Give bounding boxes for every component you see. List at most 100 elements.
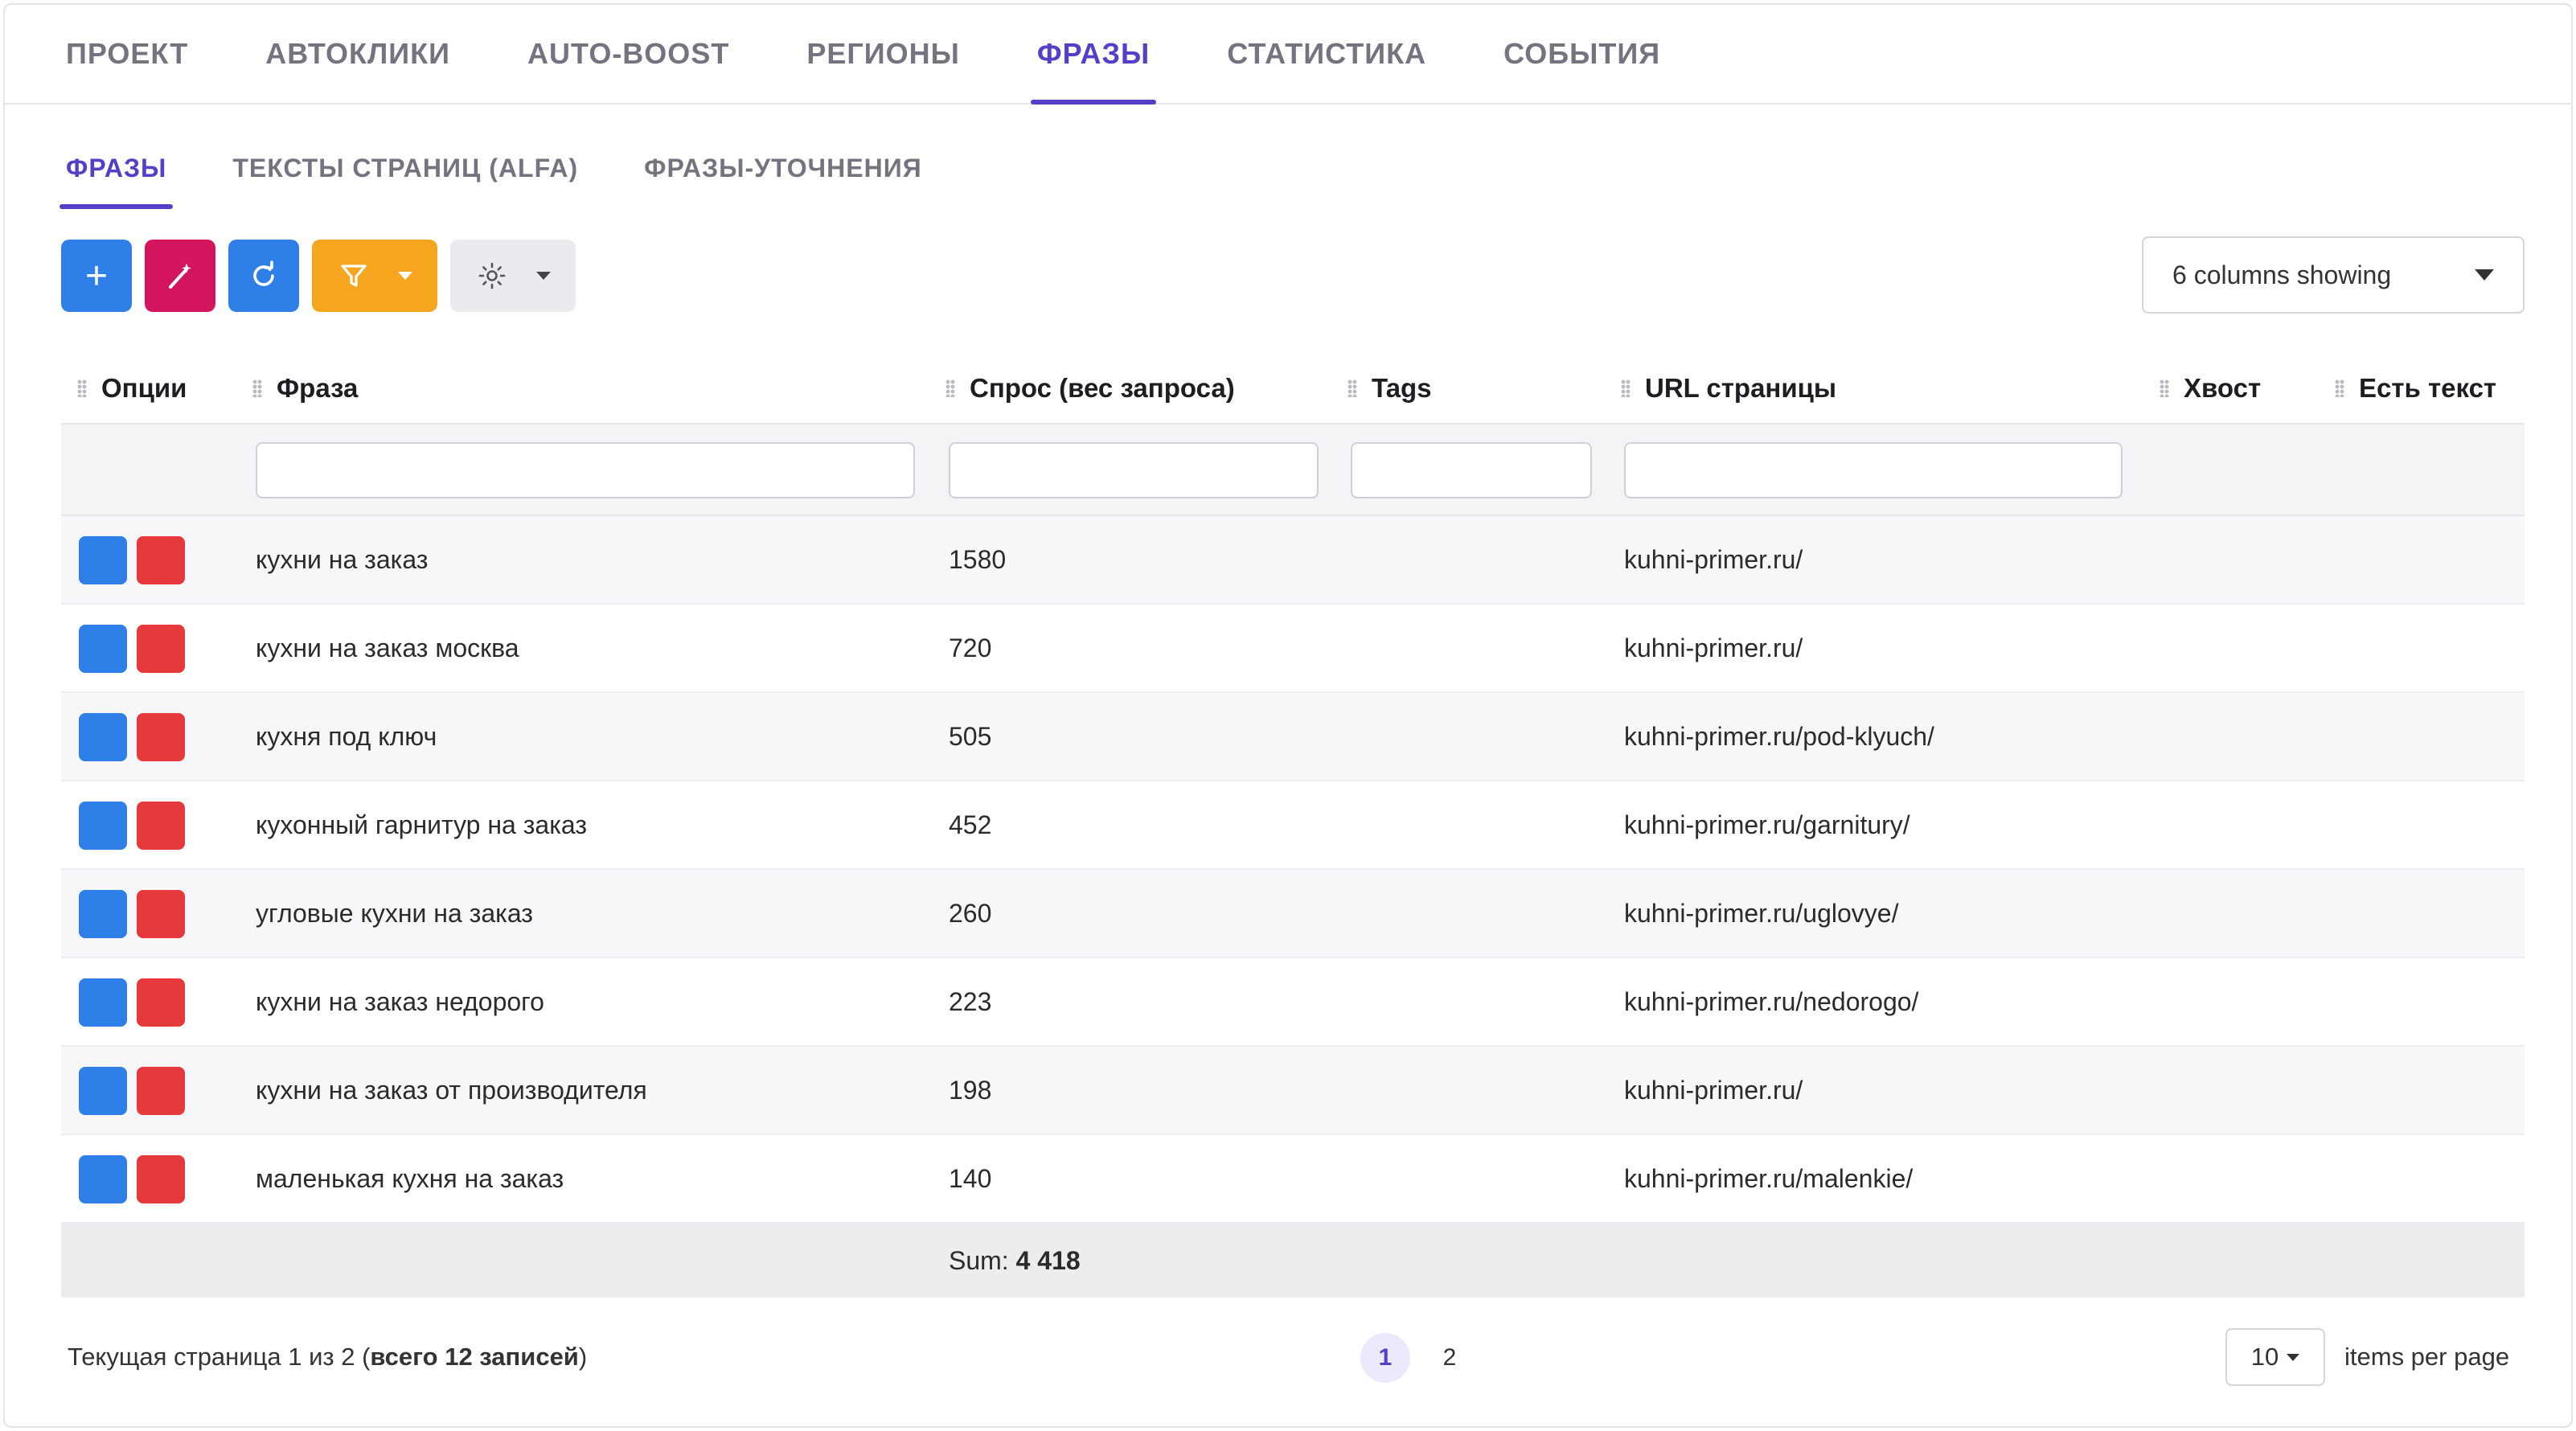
- filter-icon: [340, 264, 367, 287]
- url-cell: kuhni-primer.ru/uglovye/: [1624, 898, 1899, 928]
- demand-filter-input[interactable]: [949, 442, 1319, 498]
- edit-row-button[interactable]: [79, 802, 127, 850]
- phrase-cell: кухонный гарнитур на заказ: [256, 810, 587, 839]
- edit-row-button[interactable]: [79, 1067, 127, 1115]
- magic-button[interactable]: [145, 240, 215, 312]
- edit-row-button[interactable]: [79, 713, 127, 761]
- demand-cell: 198: [949, 1075, 992, 1105]
- demand-cell: 720: [949, 633, 992, 662]
- top-tab[interactable]: ПРОЕКТ: [66, 5, 188, 103]
- drag-handle-icon[interactable]: [252, 379, 262, 397]
- top-tab[interactable]: AUTO-BOOST: [527, 5, 729, 103]
- delete-row-button[interactable]: [137, 625, 185, 673]
- table-row: маленькая кухня на заказ 140 kuhni-primer.…: [61, 1135, 2525, 1224]
- edit-row-button[interactable]: [79, 536, 127, 584]
- add-phrase-button[interactable]: +: [61, 240, 132, 312]
- drag-handle-icon[interactable]: [77, 379, 87, 397]
- sub-tab-bar: ФРАЗЫ ТЕКСТЫ СТРАНИЦ (ALFA) ФРАЗЫ-УТОЧНЕНИ…: [59, 140, 988, 209]
- top-tab[interactable]: СТАТИСТИКА: [1227, 5, 1426, 103]
- sum-label: Sum:: [949, 1245, 1016, 1275]
- column-header-demand[interactable]: Спрос (вес запроса): [929, 352, 1235, 424]
- column-header-tags[interactable]: Tags: [1331, 352, 1432, 424]
- app-frame: ПРОЕКТ АВТОКЛИКИ AUTO-BOOST РЕГИОНЫ ФРАЗЫ СТА…: [3, 3, 2573, 1428]
- demand-cell: 223: [949, 986, 992, 1016]
- phrase-cell: угловые кухни на заказ: [256, 898, 533, 928]
- edit-row-button[interactable]: [79, 978, 127, 1027]
- demand-cell: 260: [949, 898, 992, 928]
- phrase-filter-input[interactable]: [256, 442, 915, 498]
- url-cell: kuhni-primer.ru/: [1624, 633, 1803, 662]
- page-button[interactable]: 1: [1360, 1333, 1410, 1383]
- url-cell: kuhni-primer.ru/pod-klyuch/: [1624, 721, 1934, 751]
- items-per-page-select[interactable]: 10: [2225, 1328, 2325, 1386]
- filter-dropdown-button[interactable]: [312, 240, 437, 312]
- url-filter-input[interactable]: [1624, 442, 2123, 498]
- plus-icon: +: [84, 254, 109, 297]
- sub-tab[interactable]: ФРАЗЫ-УТОЧНЕНИЯ: [644, 140, 922, 209]
- settings-dropdown-button[interactable]: [450, 240, 576, 312]
- table-body: кухни на заказ 1580 kuhni-primer.ru/кухни …: [61, 516, 2525, 1224]
- top-tab[interactable]: РЕГИОНЫ: [806, 5, 960, 103]
- url-cell: kuhni-primer.ru/nedorogo/: [1624, 986, 1919, 1016]
- sub-tab[interactable]: ТЕКСТЫ СТРАНИЦ (ALFA): [232, 140, 578, 209]
- column-header-label: Tags: [1372, 373, 1432, 403]
- sub-tab[interactable]: ФРАЗЫ: [59, 140, 174, 209]
- delete-row-button[interactable]: [137, 713, 185, 761]
- delete-row-button[interactable]: [137, 978, 185, 1027]
- phrase-cell: кухни на заказ: [256, 544, 429, 574]
- table-row: кухня под ключ 505 kuhni-primer.ru/pod-kly…: [61, 693, 2525, 781]
- drag-handle-icon[interactable]: [2160, 379, 2169, 397]
- top-tab[interactable]: СОБЫТИЯ: [1503, 5, 1660, 103]
- delete-row-button[interactable]: [137, 1155, 185, 1203]
- demand-cell: 505: [949, 721, 992, 751]
- column-header-options[interactable]: Опции: [61, 352, 187, 424]
- phrase-cell: кухни на заказ недорого: [256, 986, 544, 1016]
- items-per-page-value: 10: [2250, 1343, 2279, 1371]
- url-cell: kuhni-primer.ru/malenkie/: [1624, 1163, 1914, 1193]
- drag-handle-icon[interactable]: [945, 379, 955, 397]
- phrases-table: Опции Фраза Спрос (вес запроса) Tags URL…: [61, 352, 2525, 1298]
- delete-row-button[interactable]: [137, 802, 185, 850]
- drag-handle-icon[interactable]: [1621, 379, 1631, 397]
- demand-cell: 452: [949, 810, 992, 839]
- page-button[interactable]: 2: [1425, 1333, 1475, 1383]
- column-header-label: Опции: [101, 373, 187, 403]
- column-header-has-text[interactable]: Есть текст: [2319, 352, 2496, 424]
- table-row: кухни на заказ 1580 kuhni-primer.ru/: [61, 516, 2525, 605]
- delete-row-button[interactable]: [137, 890, 185, 938]
- top-tab[interactable]: ФРАЗЫ: [1030, 5, 1157, 105]
- table-header: Опции Фраза Спрос (вес запроса) Tags URL…: [61, 352, 2525, 424]
- columns-visibility-select[interactable]: 6 columns showing: [2142, 236, 2525, 314]
- filter-row: [61, 424, 2525, 516]
- drag-handle-icon[interactable]: [2335, 379, 2344, 397]
- demand-cell: 140: [949, 1163, 992, 1193]
- drag-handle-icon[interactable]: [1347, 379, 1357, 397]
- column-header-url[interactable]: URL страницы: [1605, 352, 1836, 424]
- top-tab[interactable]: АВТОКЛИКИ: [265, 5, 450, 103]
- url-cell: kuhni-primer.ru/: [1624, 1075, 1803, 1105]
- pagination-info-prefix: Текущая страница 1 из 2 (: [68, 1343, 371, 1371]
- delete-row-button[interactable]: [137, 1067, 185, 1115]
- table-toolbar: +: [61, 240, 576, 312]
- chevron-down-icon: [2287, 1353, 2300, 1361]
- sum-row: Sum: 4 418: [61, 1224, 2525, 1298]
- table-row: кухни на заказ от производителя 198 kuhni-…: [61, 1047, 2525, 1135]
- sum-value: 4 418: [1015, 1245, 1081, 1275]
- phrase-cell: кухни на заказ москва: [256, 633, 519, 662]
- edit-row-button[interactable]: [79, 625, 127, 673]
- edit-row-button[interactable]: [79, 890, 127, 938]
- pagination: 12: [1360, 1333, 1475, 1383]
- column-header-label: URL страницы: [1645, 373, 1837, 403]
- column-header-phrase[interactable]: Фраза: [236, 352, 358, 424]
- tags-filter-input[interactable]: [1351, 442, 1592, 498]
- table-row: угловые кухни на заказ 260 kuhni-primer.ru…: [61, 870, 2525, 958]
- chevron-down-icon: [397, 272, 412, 280]
- refresh-icon: [253, 260, 274, 286]
- delete-row-button[interactable]: [137, 536, 185, 584]
- url-cell: kuhni-primer.ru/garnitury/: [1624, 810, 1910, 839]
- column-header-label: Спрос (вес запроса): [970, 373, 1235, 403]
- column-header-tail[interactable]: Хвост: [2143, 352, 2261, 424]
- refresh-button[interactable]: [228, 240, 299, 312]
- phrase-cell: кухни на заказ от производителя: [256, 1075, 647, 1105]
- edit-row-button[interactable]: [79, 1155, 127, 1203]
